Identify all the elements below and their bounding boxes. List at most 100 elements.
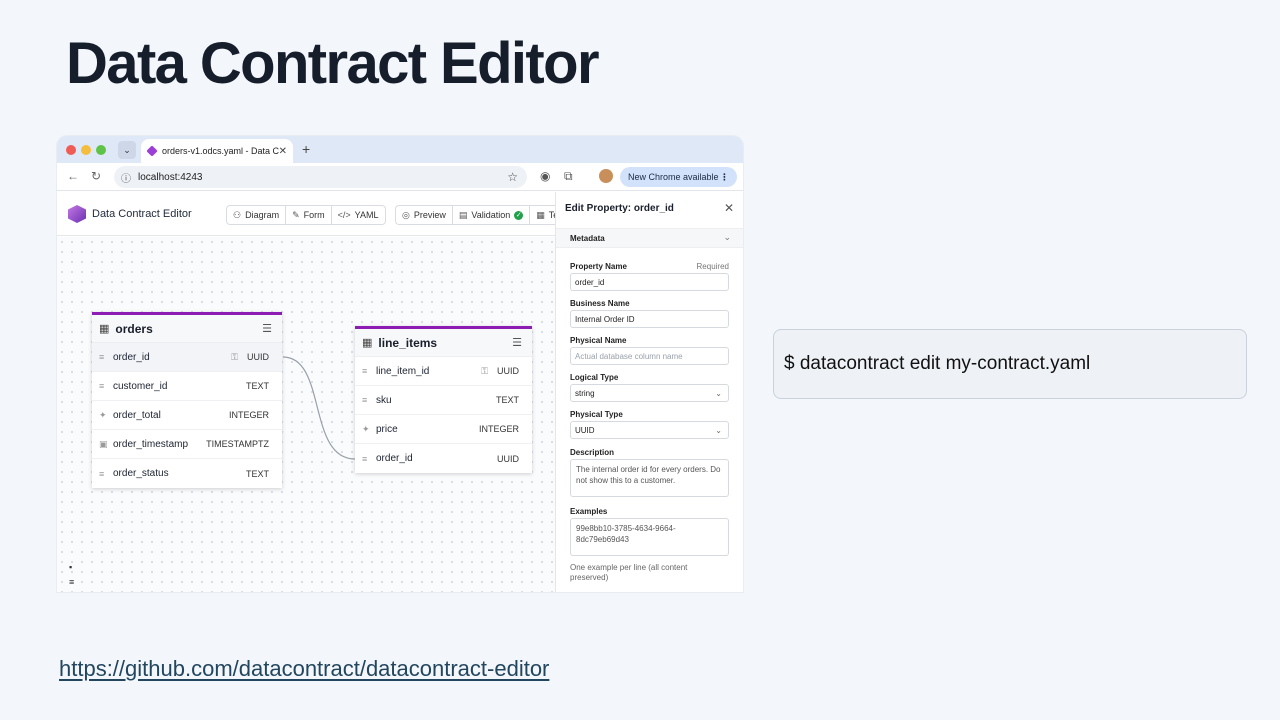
chrome-badge-label: New Chrome available [628, 172, 719, 182]
field-name: price [376, 423, 398, 435]
table-row[interactable]: ≡ customer_id TEXT [92, 372, 282, 401]
required-label: Required [696, 262, 729, 271]
field-type: UUID [497, 453, 519, 464]
field-type: INTEGER [228, 410, 269, 420]
chevron-down-icon: ⌄ [715, 425, 722, 435]
table-row[interactable]: ≡ order_id UUID [355, 444, 532, 473]
grid-view-icon[interactable]: ▪ [69, 562, 83, 572]
text-field-icon: ≡ [99, 468, 105, 479]
code-icon: </> [337, 210, 351, 220]
url-text: localhost:4243 [138, 171, 203, 183]
field-name: sku [376, 394, 392, 406]
business-name-label: Business Name [570, 299, 630, 308]
tab-search-button[interactable]: ⌄ [118, 141, 136, 159]
physical-name-input[interactable]: Actual database column name [570, 347, 729, 365]
form-button[interactable]: ✎ Form [286, 206, 332, 224]
business-name-input[interactable]: Internal Order ID [570, 310, 729, 328]
github-link[interactable]: https://github.com/datacontract/datacont… [59, 656, 549, 682]
examples-textarea[interactable]: 99e8bb10-3785-4634-9664-8dc79eb69d43 [570, 518, 729, 556]
extension-shield-icon[interactable]: ◉ [540, 169, 550, 183]
logical-type-select[interactable]: string ⌄ [570, 384, 729, 402]
number-field-icon: ✦ [362, 423, 370, 434]
tab-close-icon[interactable]: ✕ [279, 146, 287, 157]
entity-header[interactable]: ▦ line_items ☰ [355, 329, 532, 357]
new-chrome-available-button[interactable]: New Chrome available ⋮ [620, 167, 737, 187]
text-field-icon: ≡ [362, 453, 368, 464]
back-icon[interactable]: ← [67, 169, 79, 183]
metadata-section-header[interactable]: Metadata ⌄ [556, 228, 743, 248]
number-field-icon: ✦ [99, 409, 107, 420]
table-row[interactable]: ✦ price INTEGER [355, 415, 532, 444]
site-info-icon[interactable]: ⓘ [121, 170, 131, 185]
diagram-icon: ⚇ [233, 209, 242, 220]
property-name-input[interactable]: order_id [570, 273, 729, 291]
pencil-icon: ✎ [292, 209, 300, 220]
url-field[interactable]: ⓘ localhost:4243 ☆ [114, 166, 527, 188]
command-box: $ datacontract edit my-contract.yaml [773, 329, 1247, 399]
preview-label: Preview [413, 210, 446, 220]
text-field-icon: ≡ [362, 366, 368, 376]
close-panel-icon[interactable]: ✕ [724, 201, 734, 215]
command-text: $ datacontract edit my-contract.yaml [784, 353, 1091, 374]
tab-title: orders-v1.odcs.yaml - Data C [162, 146, 280, 156]
diagram-button[interactable]: ⚇ Diagram [227, 206, 287, 224]
text-field-icon: ≡ [362, 395, 368, 405]
reload-icon[interactable]: ↻ [91, 169, 101, 183]
panel-title: Edit Property: order_id [565, 203, 674, 214]
browser-tab[interactable]: orders-v1.odcs.yaml - Data C ✕ [141, 139, 293, 163]
test-icon: ▦ [536, 209, 545, 220]
browser-window: ⌄ orders-v1.odcs.yaml - Data C ✕ + ← ↻ ⓘ… [57, 136, 743, 592]
table-row[interactable]: ▣ order_timestamp TIMESTAMPTZ [92, 430, 282, 459]
description-label: Description [570, 448, 615, 457]
eye-icon: ◎ [402, 209, 410, 220]
extensions-puzzle-icon[interactable]: ⧉ [564, 169, 573, 184]
table-row[interactable]: ≡ order_status TEXT [92, 459, 282, 488]
profile-avatar[interactable] [599, 169, 613, 183]
physical-type-select[interactable]: UUID ⌄ [570, 421, 729, 439]
entity-name: orders [115, 321, 153, 336]
diagram-canvas[interactable]: ▦ orders ☰ ≡ order_id ⚿ UUID ≡ customer_id TE… [57, 237, 555, 592]
table-row[interactable]: ≡ line_item_id ⚿ UUID [355, 357, 532, 386]
primary-key-icon: ⚿ [481, 365, 488, 376]
validation-button[interactable]: ▤ Validation ✓ [453, 206, 531, 224]
check-circle-icon: ✓ [514, 210, 524, 220]
table-icon: ▦ [99, 323, 110, 335]
entity-orders[interactable]: ▦ orders ☰ ≡ order_id ⚿ UUID ≡ customer_id TE… [92, 312, 282, 488]
table-row[interactable]: ≡ sku TEXT [355, 386, 532, 415]
action-group: ◎ Preview ▤ Validation ✓ ▦ Te [395, 205, 565, 225]
examples-hint: One example per line (all content preser… [570, 563, 688, 582]
minimize-window-button[interactable] [81, 145, 91, 155]
entity-menu-icon[interactable]: ☰ [512, 336, 522, 349]
maximize-window-button[interactable] [96, 145, 106, 155]
table-icon: ▦ [362, 337, 373, 349]
section-label: Metadata [570, 234, 605, 243]
close-window-button[interactable] [66, 145, 76, 155]
physical-type-value: UUID [575, 425, 595, 435]
preview-button[interactable]: ◎ Preview [396, 206, 453, 224]
field-type: UUID [247, 352, 269, 362]
table-row[interactable]: ✦ order_total INTEGER [92, 401, 282, 430]
chevron-down-icon: ⌄ [715, 388, 722, 398]
entity-header[interactable]: ▦ orders ☰ [92, 315, 282, 343]
new-tab-button[interactable]: + [302, 141, 310, 157]
edit-property-panel: Edit Property: order_id ✕ Metadata ⌄ Pro… [555, 192, 743, 592]
diagram-label: Diagram [245, 210, 280, 220]
yaml-label: YAML [354, 210, 379, 220]
bookmark-star-icon[interactable]: ☆ [507, 170, 518, 184]
yaml-button[interactable]: </> YAML [332, 206, 385, 224]
view-toggle-group: ⚇ Diagram ✎ Form </> YAML [226, 205, 386, 225]
table-row[interactable]: ≡ order_id ⚿ UUID [92, 343, 282, 372]
list-view-icon[interactable]: ≡ [69, 577, 83, 587]
field-type: TEXT [495, 395, 519, 405]
validation-label: Validation [471, 210, 511, 220]
more-menu-icon[interactable]: ⋮ [720, 172, 729, 183]
field-name: order_id [113, 351, 150, 363]
description-textarea[interactable]: The internal order id for every orders. … [570, 459, 729, 497]
field-type: TIMESTAMPTZ [206, 439, 269, 449]
primary-key-icon: ⚿ [231, 351, 238, 362]
field-name: order_id [376, 453, 413, 464]
entity-menu-icon[interactable]: ☰ [262, 322, 272, 335]
field-type: UUID [497, 366, 519, 376]
entity-line-items[interactable]: ▦ line_items ☰ ≡ line_item_id ⚿ UUID ≡ sku TE… [355, 326, 532, 473]
field-name: customer_id [113, 380, 168, 392]
